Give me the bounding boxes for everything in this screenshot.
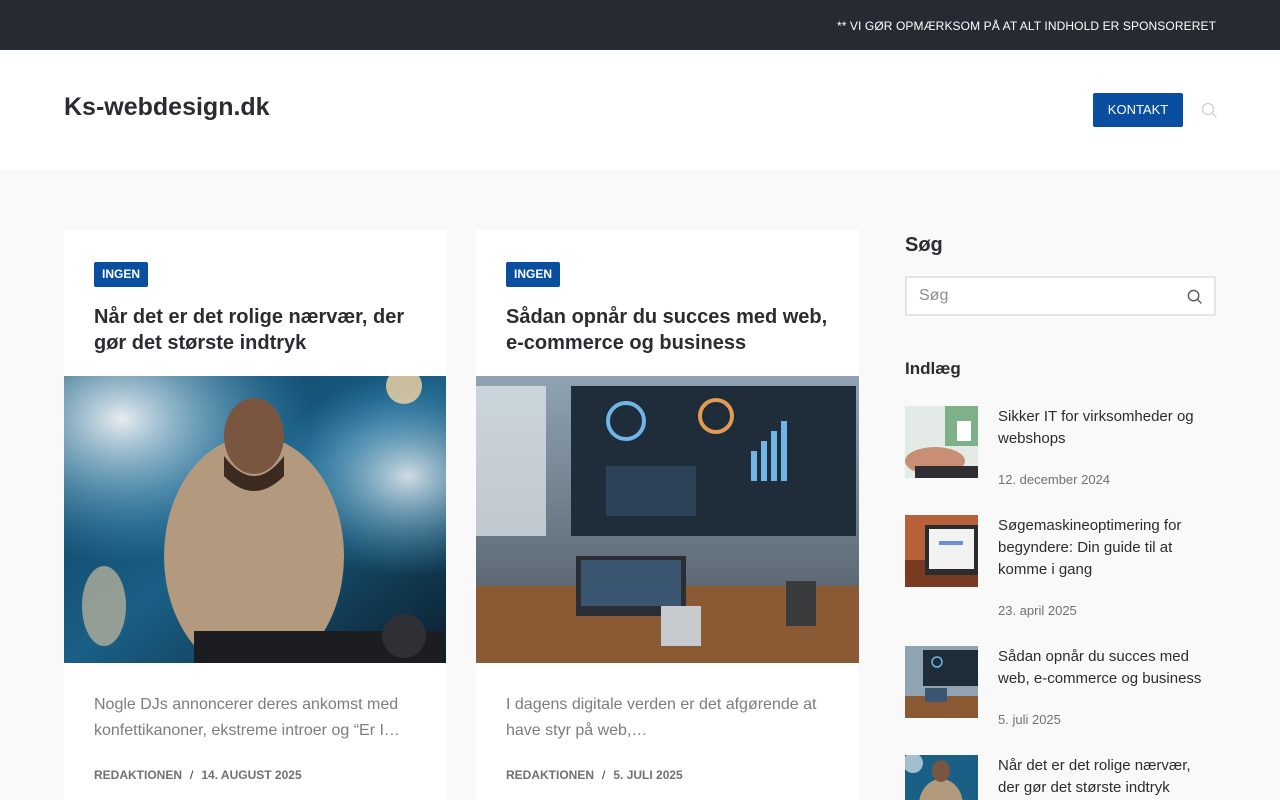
post-thumbnail[interactable] (905, 406, 978, 478)
search-input[interactable] (919, 278, 1169, 314)
post-thumbnail[interactable] (905, 646, 978, 718)
article-card: INGEN Når det er det rolige nærvær, der … (64, 230, 446, 800)
article-author-link[interactable]: REDAKTIONEN (506, 768, 594, 782)
article-meta: REDAKTIONEN / 14. AUGUST 2025 (94, 768, 302, 782)
post-date: 5. juli 2025 (998, 712, 1061, 727)
article-title-link[interactable]: Sådan opnår du succes med web, e-commerc… (506, 304, 846, 356)
article-excerpt: Nogle DJs annoncerer deres ankomst med k… (94, 696, 400, 739)
article-image-dashboard[interactable] (476, 376, 859, 663)
search-icon[interactable] (1187, 289, 1202, 304)
article-date: 14. AUGUST 2025 (201, 768, 302, 782)
post-title-link[interactable]: Når det er det rolige nærvær, der gør de… (998, 755, 1208, 799)
article-card: INGEN Sådan opnår du succes med web, e-c… (476, 230, 859, 800)
article-meta: REDAKTIONEN / 5. JULI 2025 (506, 768, 683, 782)
article-image-dj[interactable] (64, 376, 446, 663)
site-title-link[interactable]: Ks-webdesign.dk (64, 93, 270, 122)
sponsored-notice: ** VI GØR OPMÆRKSOM PÅ AT ALT INDHOLD ER… (836, 19, 1216, 33)
post-title-link[interactable]: Søgemaskineoptimering for begyndere: Din… (998, 515, 1208, 581)
post-thumbnail[interactable] (905, 755, 978, 800)
meta-separator: / (190, 768, 194, 782)
meta-separator: / (602, 768, 606, 782)
article-date: 5. JULI 2025 (613, 768, 683, 782)
search-icon[interactable] (1201, 102, 1217, 118)
post-thumbnail[interactable] (905, 515, 978, 587)
article-excerpt: I dagens digitale verden er det afgørend… (506, 696, 817, 739)
post-date: 23. april 2025 (998, 603, 1077, 618)
category-badge[interactable]: INGEN (94, 262, 149, 287)
article-title-link[interactable]: Når det er det rolige nærvær, der gør de… (94, 304, 434, 356)
site-header: Ks-webdesign.dk KONTAKT (0, 50, 1280, 170)
search-form (905, 276, 1216, 316)
posts-widget-heading: Indlæg (905, 359, 961, 378)
post-title-link[interactable]: Sikker IT for virksomheder og webshops (998, 406, 1208, 450)
contact-button[interactable]: KONTAKT (1093, 93, 1183, 127)
article-author-link[interactable]: REDAKTIONEN (94, 768, 182, 782)
top-notice-bar: ** VI GØR OPMÆRKSOM PÅ AT ALT INDHOLD ER… (0, 0, 1280, 50)
category-badge[interactable]: INGEN (506, 262, 561, 287)
search-widget-heading: Søg (905, 234, 943, 256)
post-date: 12. december 2024 (998, 472, 1111, 487)
post-title-link[interactable]: Sådan opnår du succes med web, e-commerc… (998, 646, 1208, 690)
